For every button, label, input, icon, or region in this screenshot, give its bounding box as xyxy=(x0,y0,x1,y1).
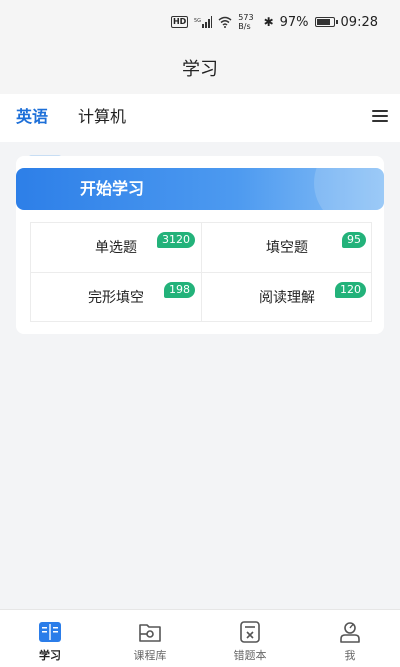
count-badge: 95 xyxy=(342,232,366,248)
start-learning-banner[interactable]: 开始学习 xyxy=(16,168,384,210)
svg-text:5G: 5G xyxy=(194,18,201,24)
nav-label: 学习 xyxy=(39,649,61,662)
nav-label: 我 xyxy=(344,649,356,662)
page-title: 学习 xyxy=(0,44,400,94)
net-speed-unit: B/s xyxy=(238,22,251,31)
category-single-choice[interactable]: 单选题 3120 xyxy=(31,223,201,272)
status-bar: HD 5G 573 B/s ✱ 97% 09:28 xyxy=(0,0,400,44)
wifi-icon xyxy=(218,16,232,28)
category-reading[interactable]: 阅读理解 120 xyxy=(202,273,372,322)
nav-me[interactable]: 我 xyxy=(300,610,400,667)
net-speed-value: 573 xyxy=(238,13,254,22)
start-learning-label: 开始学习 xyxy=(80,179,145,198)
tab-computer[interactable]: 计算机 xyxy=(78,94,126,142)
menu-icon[interactable] xyxy=(372,110,388,124)
category-fill-blank[interactable]: 填空题 95 xyxy=(202,223,372,272)
count-badge: 198 xyxy=(164,282,195,298)
profile-icon xyxy=(340,622,360,643)
count-badge: 3120 xyxy=(157,232,195,248)
signal-icon: 5G xyxy=(194,16,213,28)
battery-icon xyxy=(314,17,338,27)
nav-label: 课程库 xyxy=(133,649,167,662)
category-cloze[interactable]: 完形填空 198 xyxy=(31,273,201,322)
nav-label: 错题本 xyxy=(233,649,267,662)
clock: 09:28 xyxy=(340,14,378,30)
hd-indicator: HD xyxy=(170,16,189,28)
bluetooth-icon: ✱ xyxy=(263,15,274,29)
status-icons: HD 5G 573 B/s ✱ 97% 09:28 xyxy=(170,0,378,44)
study-card: 开始学习 单选题 3120 填空题 95 完形填空 198 阅读理解 120 xyxy=(16,156,384,334)
tab-english[interactable]: 英语 xyxy=(16,94,48,142)
folder-icon xyxy=(139,624,161,642)
question-type-grid: 单选题 3120 填空题 95 完形填空 198 阅读理解 120 xyxy=(30,222,372,322)
nav-wrong-book[interactable]: 错题本 xyxy=(200,610,300,667)
nav-study[interactable]: 学习 xyxy=(0,610,100,667)
net-speed: 573 B/s xyxy=(238,13,253,31)
battery-percent: 97% xyxy=(279,14,309,30)
nav-course-library[interactable]: 课程库 xyxy=(100,610,200,667)
wrong-book-icon xyxy=(240,621,260,643)
bottom-nav: 学习 课程库 错题本 我 xyxy=(0,609,400,667)
book-icon xyxy=(39,622,61,642)
subject-tab-bar: 英语 计算机 xyxy=(0,94,400,142)
battery-level-fill xyxy=(316,19,331,25)
count-badge: 120 xyxy=(335,282,366,298)
